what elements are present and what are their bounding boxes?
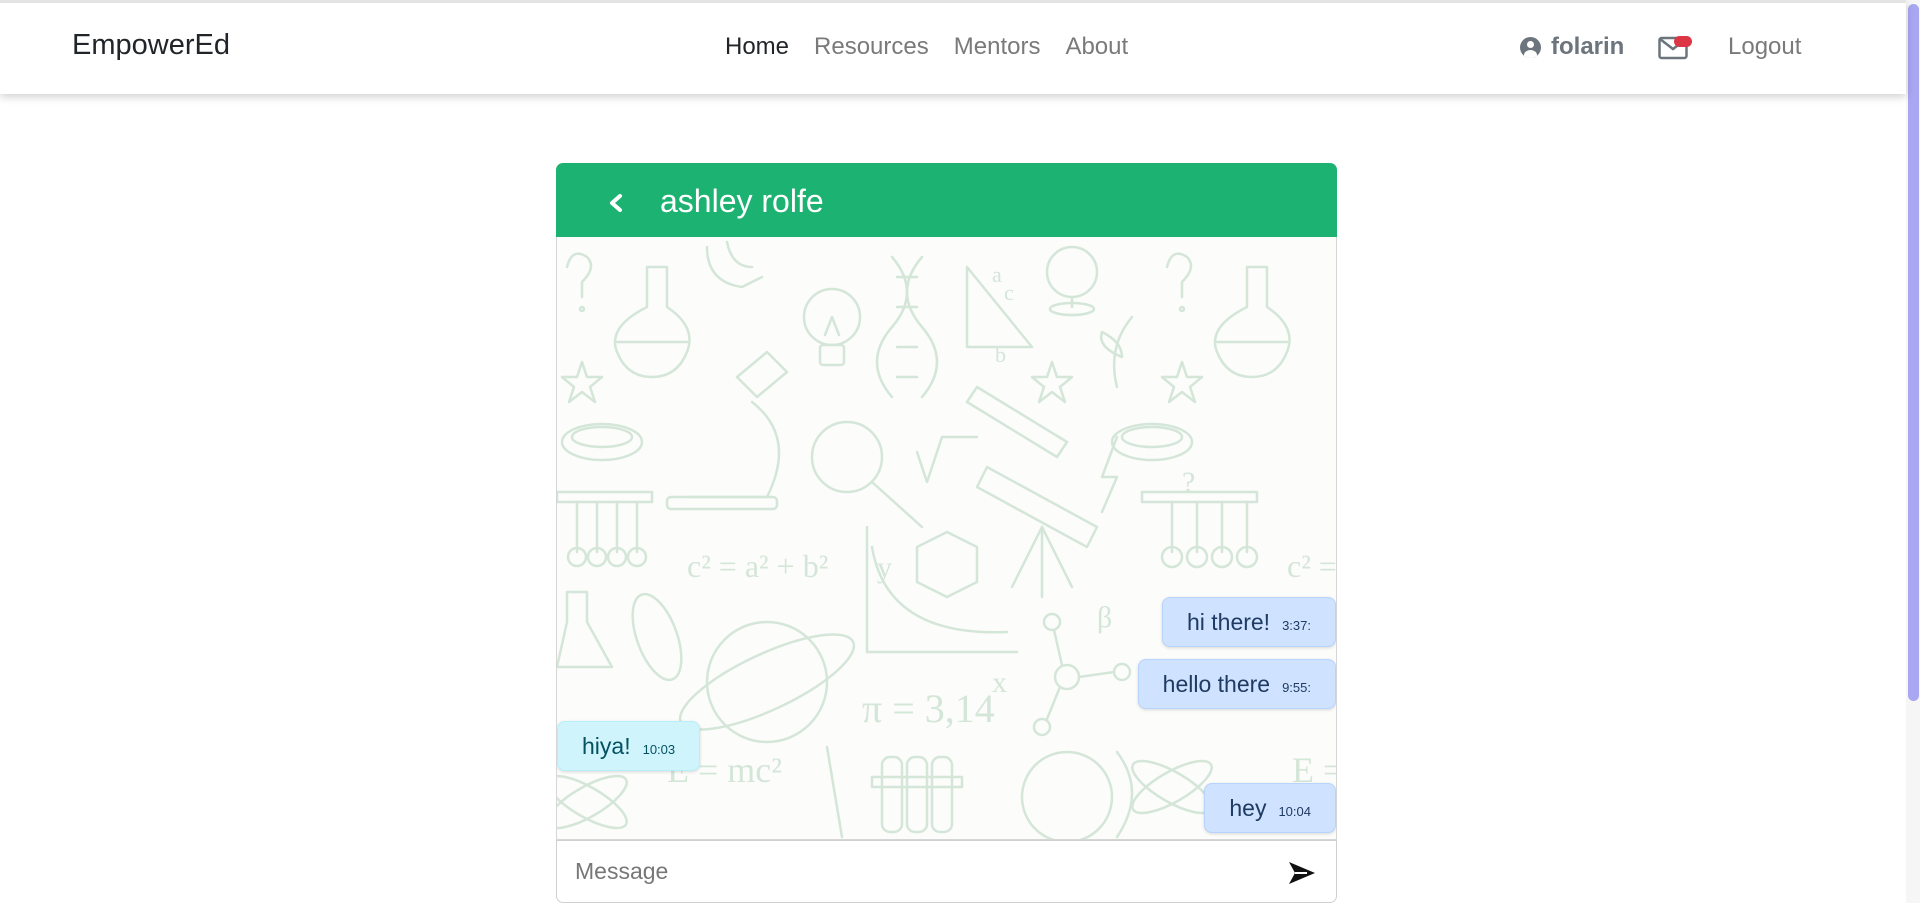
message-bubble-incoming: hiya! 10:03 bbox=[557, 721, 701, 771]
message-text: hi there! bbox=[1186, 608, 1271, 635]
message-input[interactable] bbox=[565, 841, 1265, 902]
svg-text:π = 3,14: π = 3,14 bbox=[862, 686, 995, 731]
nav-links: Home Resources Mentors About bbox=[725, 33, 1153, 61]
svg-text:c² = a² + b²: c² = a² + b² bbox=[687, 548, 828, 584]
nav-mentors[interactable]: Mentors bbox=[954, 33, 1041, 61]
svg-text:c: c bbox=[1004, 280, 1014, 305]
svg-text:b: b bbox=[995, 342, 1006, 367]
unread-badge bbox=[1674, 36, 1692, 47]
logout-link[interactable]: Logout bbox=[1728, 33, 1801, 61]
svg-text:y: y bbox=[877, 551, 892, 584]
send-arrow-icon[interactable] bbox=[1287, 859, 1317, 887]
svg-text:c² =: c² = bbox=[1287, 548, 1337, 584]
page-scrollbar-thumb[interactable] bbox=[1908, 4, 1919, 701]
message-text: hello there bbox=[1162, 670, 1271, 697]
message-bubble-outgoing: hi there! 3:37: bbox=[1161, 597, 1336, 647]
nav-about[interactable]: About bbox=[1065, 33, 1128, 61]
message-time: 3:37: bbox=[1282, 617, 1311, 633]
message-composer bbox=[556, 840, 1337, 903]
chat-header: ashley rolfe bbox=[556, 163, 1337, 237]
svg-text:β: β bbox=[1097, 601, 1112, 634]
user-circle-icon bbox=[1520, 36, 1541, 58]
message-text: hey bbox=[1229, 794, 1267, 821]
message-time: 10:03 bbox=[642, 741, 676, 757]
brand-logo[interactable]: EmpowerEd bbox=[72, 29, 230, 62]
top-navbar: EmpowerEd Home Resources Mentors About f… bbox=[0, 0, 1906, 94]
message-time: 10:04 bbox=[1278, 803, 1311, 819]
message-bubble-outgoing: hey 10:04 bbox=[1204, 783, 1336, 833]
chat-panel: ashley rolfe y a c b β x ? c² = a² + b² … bbox=[556, 163, 1337, 903]
chevron-left-icon[interactable] bbox=[608, 193, 624, 213]
svg-text:?: ? bbox=[1182, 466, 1195, 499]
message-text: hiya! bbox=[582, 732, 631, 759]
message-time: 9:55: bbox=[1282, 679, 1311, 695]
nav-resources[interactable]: Resources bbox=[814, 33, 929, 61]
nav-home[interactable]: Home bbox=[725, 33, 789, 61]
message-bubble-outgoing: hello there 9:55: bbox=[1137, 659, 1336, 709]
chat-contact-name: ashley rolfe bbox=[660, 183, 824, 219]
user-name: folarin bbox=[1551, 33, 1625, 60]
user-profile-link[interactable]: folarin bbox=[1520, 33, 1624, 61]
svg-text:a: a bbox=[992, 262, 1002, 287]
message-list[interactable]: y a c b β x ? c² = a² + b² c² = π = 3,14… bbox=[556, 237, 1337, 840]
